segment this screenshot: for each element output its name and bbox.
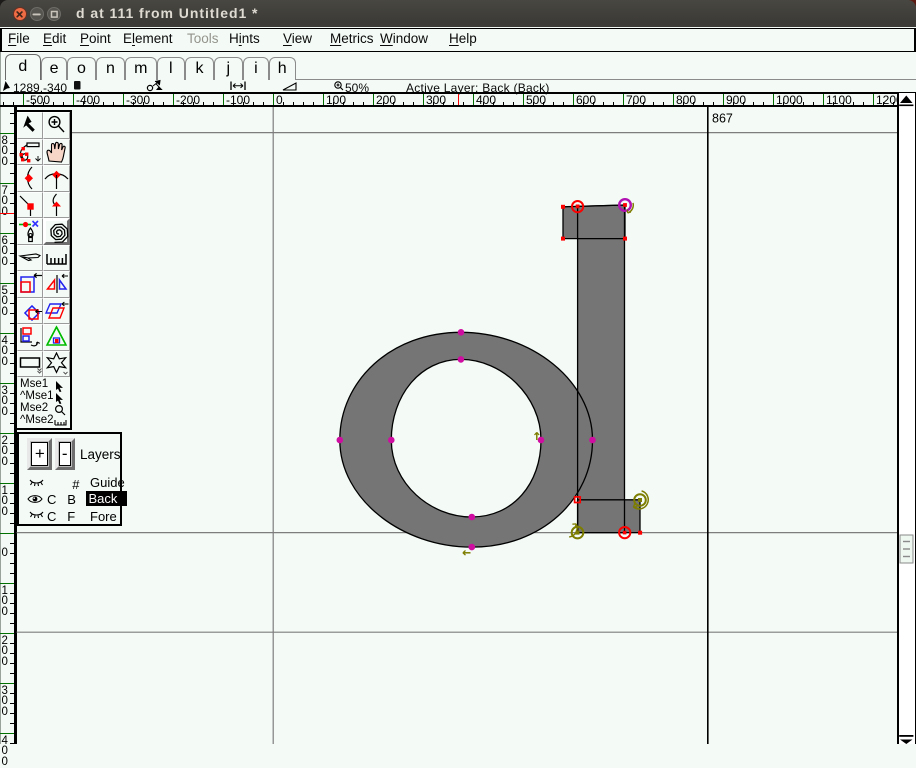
svg-text:867: 867 bbox=[712, 112, 733, 126]
